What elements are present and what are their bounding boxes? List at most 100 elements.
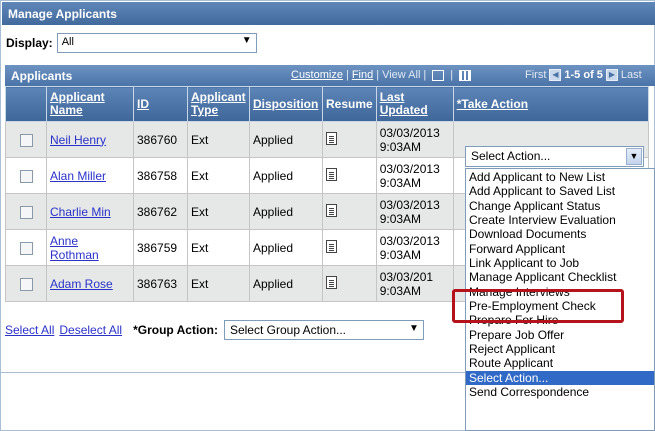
applicant-id: 386762 <box>133 193 188 230</box>
sort-applicant-name-link[interactable]: Applicant Name <box>50 90 105 117</box>
select-all-link[interactable]: Select All <box>5 323 54 337</box>
applicant-name-link[interactable]: Alan Miller <box>50 169 106 183</box>
dropdown-option[interactable]: Manage Applicant Checklist <box>466 270 654 284</box>
separator: | <box>450 69 454 81</box>
pager: First ◀ 1-5 of 5 ▶ Last <box>525 69 642 81</box>
display-label: Display: <box>6 36 53 50</box>
column-header-take-action[interactable]: *Take Action <box>452 86 649 122</box>
sort-disposition-link[interactable]: Disposition <box>253 97 318 111</box>
separator: | <box>423 69 427 81</box>
resume-document-icon[interactable] <box>326 275 337 289</box>
column-header-applicant-name[interactable]: Applicant Name <box>46 86 134 122</box>
row-checkbox[interactable] <box>19 133 33 147</box>
applicant-name-link[interactable]: Neil Henry <box>50 133 106 147</box>
dropdown-option[interactable]: Route Applicant <box>466 356 654 370</box>
row-checkbox[interactable] <box>19 169 33 183</box>
pager-last[interactable]: Last <box>621 69 642 81</box>
group-action-bar: Select All Deselect All *Group Action: S… <box>5 319 424 341</box>
take-action-value: Select Action... <box>471 149 551 163</box>
dropdown-option[interactable]: Create Interview Evaluation <box>466 213 654 227</box>
dropdown-option[interactable]: Add Applicant to Saved List <box>466 184 654 198</box>
deselect-all-link[interactable]: Deselect All <box>59 323 122 337</box>
page-title: Manage Applicants <box>2 2 655 25</box>
column-header-disposition[interactable]: Disposition <box>249 86 323 122</box>
applicant-type: Ext <box>187 121 250 158</box>
resume-document-icon[interactable] <box>326 239 337 253</box>
dropdown-option[interactable]: Prepare Job Offer <box>466 328 654 342</box>
last-updated: 03/03/2013 9:03AM <box>375 121 454 158</box>
group-action-value: Select Group Action... <box>229 323 347 337</box>
disposition: Applied <box>249 121 323 158</box>
resume-document-icon[interactable] <box>326 203 337 217</box>
applicant-type: Ext <box>187 265 250 302</box>
applicant-name-link[interactable]: Charlie Min <box>50 205 111 219</box>
applicant-name-link[interactable]: Anne Rothman <box>50 234 99 262</box>
last-updated: 03/03/2013 9:03AM <box>375 157 454 194</box>
dropdown-option[interactable]: Forward Applicant <box>466 242 654 256</box>
find-link[interactable]: Find <box>352 69 373 81</box>
display-select[interactable]: All ▼ <box>56 33 257 53</box>
new-window-icon[interactable] <box>432 69 445 81</box>
dropdown-option[interactable]: Add Applicant to New List <box>466 170 654 184</box>
column-header-last-updated[interactable]: Last Updated <box>375 86 454 122</box>
column-header-id[interactable]: ID <box>133 86 188 122</box>
previous-arrow-icon[interactable]: ◀ <box>549 69 562 81</box>
separator: | <box>345 69 349 81</box>
applicant-id: 386759 <box>133 229 188 266</box>
pager-first[interactable]: First <box>525 69 546 81</box>
pager-range: 1-5 of 5 <box>564 69 603 81</box>
row-checkbox[interactable] <box>19 205 33 219</box>
disposition: Applied <box>249 265 323 302</box>
column-header-resume: Resume <box>322 86 377 122</box>
applicant-id: 386760 <box>133 121 188 158</box>
applicant-type: Ext <box>187 193 250 230</box>
last-updated: 03/03/201 9:03AM <box>375 265 454 302</box>
dropdown-option[interactable]: Link Applicant to Job <box>466 256 654 270</box>
group-action-select[interactable]: Select Group Action... ▼ <box>223 320 424 340</box>
resume-header-label: Resume <box>326 96 373 111</box>
applicant-name-link[interactable]: Adam Rose <box>50 277 113 291</box>
chevron-down-icon[interactable]: ▼ <box>626 148 642 165</box>
column-header-applicant-type[interactable]: Applicant Type <box>187 86 250 122</box>
sort-applicant-type-link[interactable]: Applicant Type <box>191 90 246 117</box>
applicant-id: 386763 <box>133 265 188 302</box>
dropdown-option[interactable]: Select Action... <box>466 370 654 386</box>
row-checkbox[interactable] <box>19 241 33 255</box>
group-action-label: *Group Action: <box>133 323 218 337</box>
callout-highlight-box <box>452 289 624 323</box>
applicant-type: Ext <box>187 229 250 266</box>
applicant-type: Ext <box>187 157 250 194</box>
sort-id-link[interactable]: ID <box>137 97 149 111</box>
dropdown-option[interactable]: Change Applicant Status <box>466 199 654 213</box>
applicant-id: 386758 <box>133 157 188 194</box>
download-grid-icon[interactable] <box>459 69 472 81</box>
display-filter: Display: All ▼ <box>6 32 257 54</box>
table-header-row: Applicant Name ID Applicant Type Disposi… <box>5 86 649 122</box>
grid-title: Applicants <box>11 68 73 83</box>
disposition: Applied <box>249 193 323 230</box>
last-updated: 03/03/2013 9:03AM <box>375 229 454 266</box>
chevron-down-icon: ▼ <box>409 323 419 334</box>
disposition: Applied <box>249 229 323 266</box>
grid-toolbar: Customize | Find | View All | | <box>291 69 474 81</box>
dropdown-option[interactable]: Reject Applicant <box>466 342 654 356</box>
row-checkbox[interactable] <box>19 277 33 291</box>
customize-link[interactable]: Customize <box>291 69 343 81</box>
last-updated: 03/03/2013 9:03AM <box>375 193 454 230</box>
applicants-grid-header: Applicants Customize | Find | View All |… <box>5 65 655 86</box>
dropdown-option[interactable]: Download Documents <box>466 227 654 241</box>
divider <box>0 372 465 373</box>
resume-document-icon[interactable] <box>326 131 337 145</box>
display-value: All <box>61 36 74 48</box>
separator: | <box>376 69 380 81</box>
resume-document-icon[interactable] <box>326 167 337 181</box>
chevron-down-icon: ▼ <box>241 35 252 46</box>
disposition: Applied <box>249 157 323 194</box>
dropdown-option[interactable]: Send Correspondence <box>466 385 654 399</box>
sort-last-updated-link[interactable]: Last Updated <box>380 90 428 117</box>
take-action-select[interactable]: Select Action... ▼ <box>465 146 644 167</box>
view-all-link[interactable]: View All <box>382 69 420 81</box>
next-arrow-icon[interactable]: ▶ <box>605 69 618 81</box>
sort-take-action-link[interactable]: *Take Action <box>457 97 528 111</box>
select-column-header <box>5 86 47 122</box>
